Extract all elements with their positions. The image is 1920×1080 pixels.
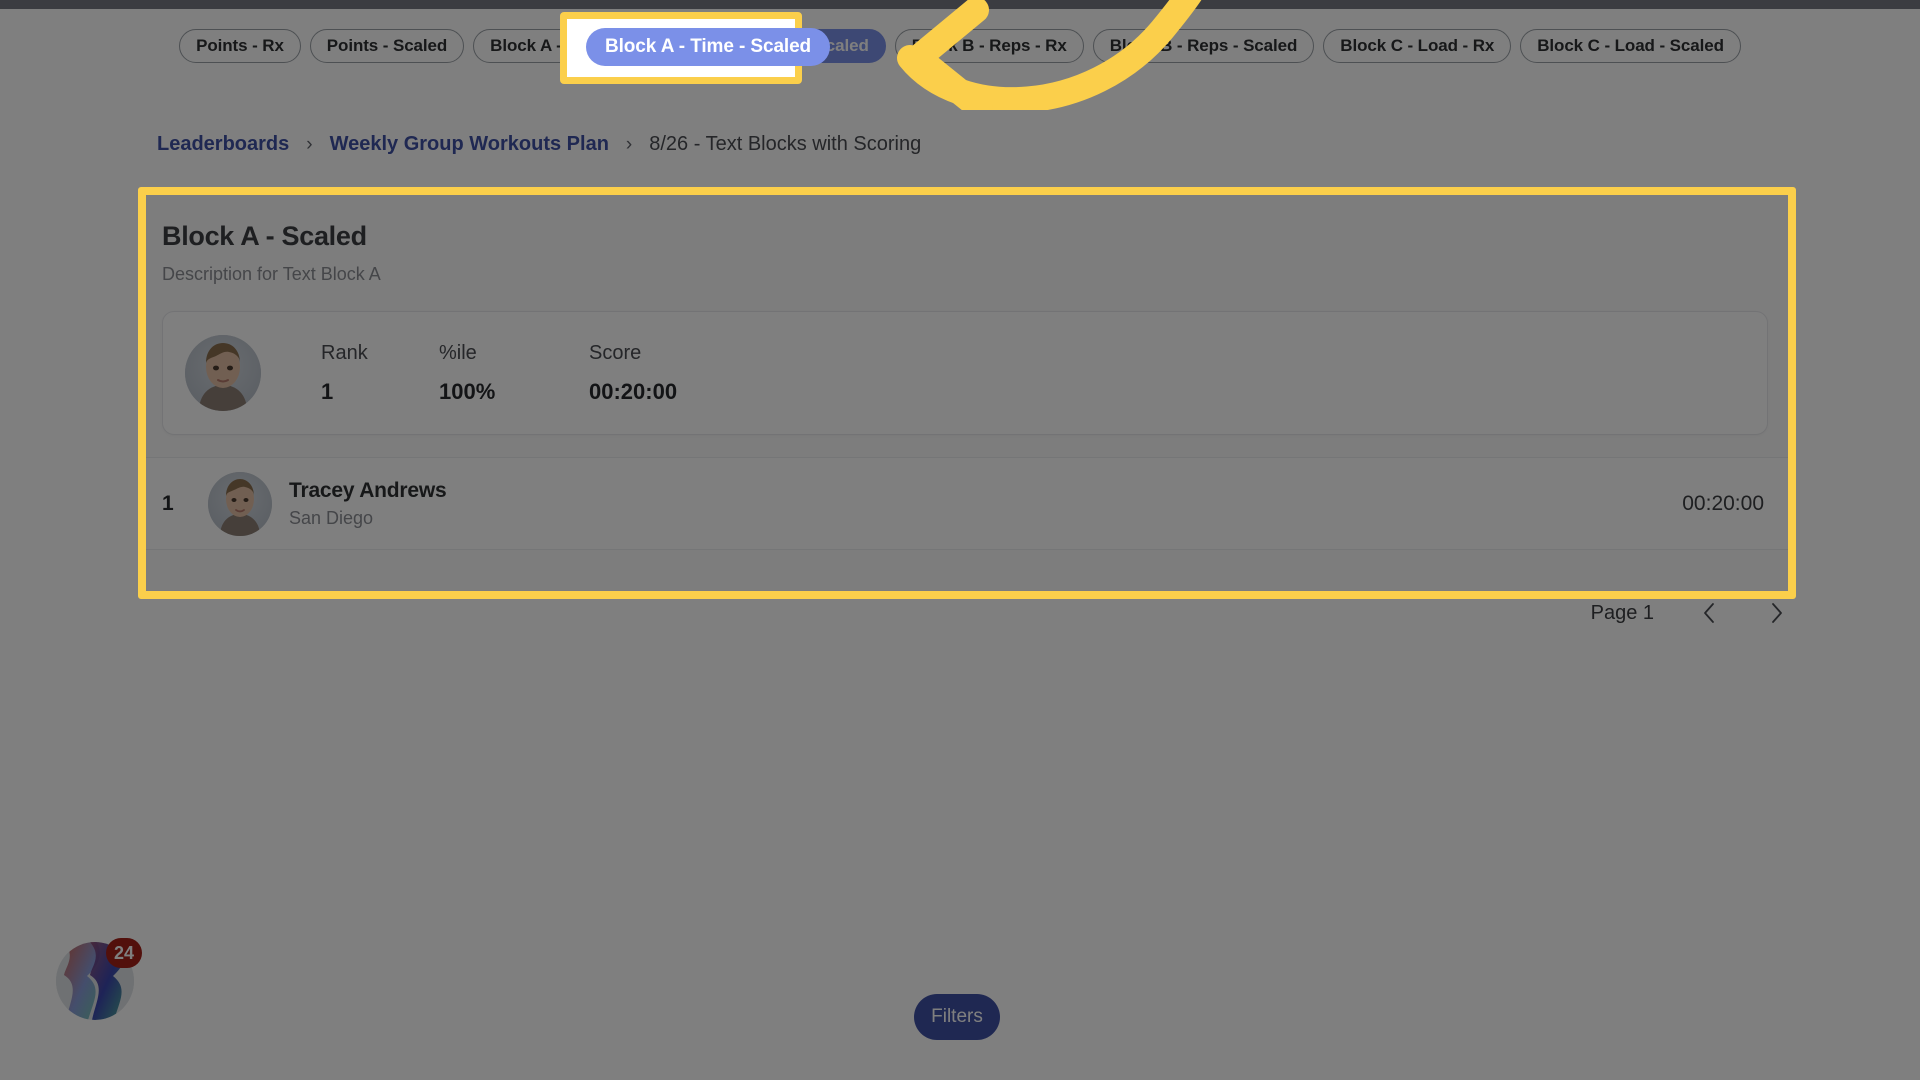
leaderboard-rows: 1 Tracey Andrews San Diego 00:20:00 <box>140 457 1790 571</box>
score-value: 00:20:00 <box>589 378 678 404</box>
row-athlete-name: Tracey Andrews <box>289 478 447 502</box>
table-row-partial <box>140 549 1790 571</box>
row-score: 00:20:00 <box>1682 491 1764 515</box>
leaderboard-card: Block A - Scaled Description for Text Bl… <box>140 195 1790 595</box>
page-title: Block A - Scaled <box>162 221 367 251</box>
percentile-value: 100% <box>439 378 496 404</box>
tab-block-a-time-rx[interactable]: Block A - Time - Rx <box>473 29 659 63</box>
notification-badge: 24 <box>106 938 142 968</box>
app-page: Points - Rx Points - Scaled Block A - Ti… <box>0 0 1920 1080</box>
my-result-score: Score 00:20:00 <box>589 342 829 405</box>
tab-block-c-load-rx[interactable]: Block C - Load - Rx <box>1323 29 1512 63</box>
table-row[interactable]: 1 Tracey Andrews San Diego 00:20:00 <box>140 457 1790 549</box>
tab-block-a-time-scaled[interactable]: Block A - Time - Scaled <box>667 29 886 63</box>
breadcrumb: Leaderboards › Weekly Group Workouts Pla… <box>157 133 921 156</box>
filters-button[interactable]: Filters <box>914 994 1000 1040</box>
chevron-left-icon[interactable] <box>1696 600 1722 626</box>
breadcrumb-separator-icon: › <box>306 133 313 155</box>
tab-block-b-reps-rx[interactable]: Block B - Reps - Rx <box>894 29 1084 63</box>
rank-value: 1 <box>321 378 334 404</box>
leaderboard-tab-strip: Points - Rx Points - Scaled Block A - Ti… <box>0 22 1920 70</box>
breadcrumb-separator-icon-2: › <box>625 133 633 155</box>
my-result-rank: Rank 1 <box>321 342 439 405</box>
page-label: Page 1 <box>1590 601 1654 624</box>
pagination: Page 1 <box>0 600 1790 626</box>
breadcrumb-link-leaderboards[interactable]: Leaderboards <box>157 133 289 156</box>
tab-block-b-reps-scaled[interactable]: Block B - Reps - Scaled <box>1092 29 1315 63</box>
board-description: Description for Text Block A <box>162 264 381 284</box>
browser-chrome-strip <box>0 0 1920 9</box>
help-widget: 24 <box>56 938 142 1020</box>
row-rank: 1 <box>162 491 174 515</box>
my-result-avatar <box>185 335 261 411</box>
breadcrumb-link-plan[interactable]: Weekly Group Workouts Plan <box>330 133 609 156</box>
avatar <box>208 471 272 536</box>
rank-label: Rank <box>321 341 368 364</box>
row-athlete-location: San Diego <box>289 507 374 528</box>
row-athlete: Tracey Andrews San Diego <box>208 471 1682 536</box>
my-result-percentile: %ile 100% <box>439 342 589 405</box>
tab-points-scaled[interactable]: Points - Scaled <box>309 29 465 63</box>
tab-points-rx[interactable]: Points - Rx <box>179 29 301 63</box>
leaderboard-card-header: Block A - Scaled Description for Text Bl… <box>140 195 1790 285</box>
chevron-right-icon[interactable] <box>1764 600 1790 626</box>
my-result-panel: Rank 1 %ile 100% Score 00:20:00 <box>162 311 1768 435</box>
score-label: Score <box>589 341 642 364</box>
percentile-label: %ile <box>439 341 477 364</box>
row-athlete-text: Tracey Andrews San Diego <box>289 479 447 529</box>
tab-block-c-load-scaled[interactable]: Block C - Load - Scaled <box>1520 29 1741 63</box>
breadcrumb-current: 8/26 - Text Blocks with Scoring <box>649 133 922 155</box>
